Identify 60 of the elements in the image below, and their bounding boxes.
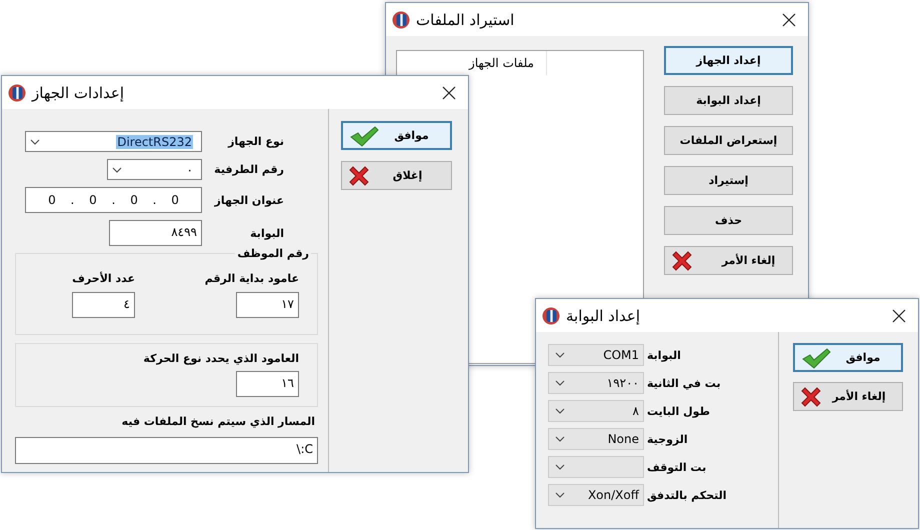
- action-button[interactable]: إعداد البوابة: [664, 86, 793, 115]
- chevron-down-icon[interactable]: [112, 166, 122, 172]
- field-label: التحكم بالتدفق: [647, 488, 727, 502]
- close-icon[interactable]: [782, 12, 796, 26]
- window-title: إعدادات الجهاز: [32, 84, 124, 102]
- field-label: نوع الجهاز: [226, 135, 285, 148]
- action-button[interactable]: حذف: [664, 206, 793, 235]
- dropdown[interactable]: DirectRS232: [25, 131, 202, 152]
- window-title: إعداد البوابة: [566, 306, 640, 324]
- dropdown[interactable]: COM1: [548, 344, 644, 366]
- chevron-down-icon[interactable]: [555, 464, 565, 470]
- field-label: بت في الثانية: [647, 376, 721, 390]
- app-icon: [392, 10, 410, 28]
- action-button[interactable]: إعداد الجهاز: [664, 46, 793, 75]
- address-field[interactable]: 0 . 0 . 0 . 0: [25, 187, 202, 213]
- input-field[interactable]: ١٧: [236, 292, 299, 318]
- field-label: طول البايت: [647, 404, 710, 418]
- chevron-down-icon[interactable]: [30, 138, 40, 144]
- dropdown[interactable]: Xon/Xoff: [548, 484, 644, 506]
- field-label: العامود الذي يحدد نوع الحركة: [143, 352, 299, 365]
- cancel-button[interactable]: إغلاق: [341, 161, 452, 190]
- app-icon: [542, 306, 560, 324]
- ok-button[interactable]: موافق: [341, 121, 452, 150]
- chevron-down-icon[interactable]: [555, 492, 565, 498]
- field-label: رقم الطرفية: [213, 163, 285, 176]
- input-field[interactable]: \:C: [15, 437, 318, 464]
- chevron-down-icon[interactable]: [555, 352, 565, 358]
- close-icon[interactable]: [892, 308, 906, 322]
- app-icon: [8, 84, 26, 102]
- input-field[interactable]: ١٦: [236, 371, 299, 397]
- field-label: الزوجية: [647, 432, 688, 446]
- cross-icon: [800, 386, 822, 408]
- dropdown[interactable]: ١٩٢٠٠: [548, 372, 644, 394]
- cross-icon: [348, 164, 370, 186]
- chevron-down-icon[interactable]: [555, 436, 565, 442]
- field-label: عامود بداية الرقم: [204, 272, 299, 285]
- chevron-down-icon[interactable]: [555, 380, 565, 386]
- dropdown[interactable]: None: [548, 428, 644, 450]
- field-label: عنوان الجهاز: [213, 194, 285, 206]
- cancel-button[interactable]: إلغاء الأمر: [793, 382, 903, 411]
- window-title: استيراد الملفات: [416, 10, 514, 28]
- cross-icon: [671, 250, 693, 272]
- action-button[interactable]: إستيراد: [664, 166, 793, 195]
- action-button[interactable]: إستعراض الملفات: [664, 126, 793, 155]
- cancel-button[interactable]: إلغاء الأمر: [664, 246, 793, 275]
- checkmark-icon: [801, 346, 831, 368]
- field-label: بت التوقف: [647, 460, 706, 474]
- input-field[interactable]: ٤: [72, 292, 135, 318]
- checkmark-icon: [349, 124, 379, 146]
- chevron-down-icon[interactable]: [555, 408, 565, 414]
- field-label: البوابة: [647, 348, 681, 362]
- ok-button[interactable]: موافق: [793, 343, 903, 372]
- close-icon[interactable]: [442, 86, 456, 100]
- dropdown[interactable]: ٠: [107, 159, 202, 180]
- group-title: رقم الموظف: [235, 247, 311, 260]
- field-label: عدد الأحرف: [72, 272, 135, 285]
- dropdown[interactable]: ٨: [548, 400, 644, 422]
- input-field[interactable]: ٨٤٩٩: [109, 220, 202, 246]
- field-label: البوابة: [249, 226, 285, 240]
- field-label: المسار الذي سيتم نسخ الملفات فيه: [122, 415, 315, 428]
